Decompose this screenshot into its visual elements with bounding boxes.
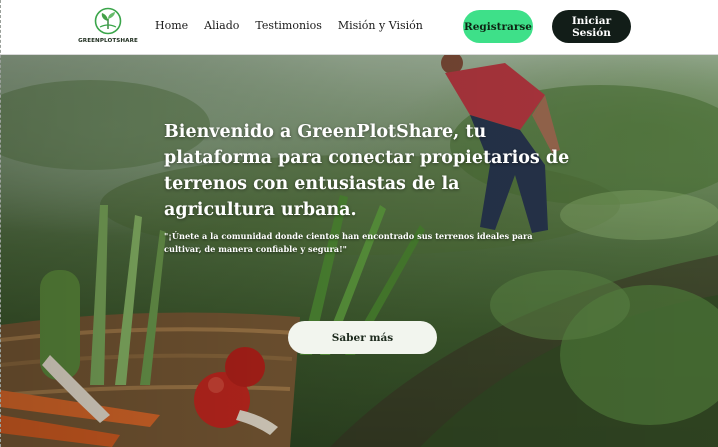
leaf-globe-icon (94, 7, 122, 35)
nav-item-home[interactable]: Home (155, 19, 188, 32)
page-left-guide (0, 0, 1, 447)
hero-section: Bienvenido a GreenPlotShare, tu platafor… (0, 55, 718, 447)
hero-title: Bienvenido a GreenPlotShare, tu platafor… (164, 122, 570, 220)
nav-item-aliado[interactable]: Aliado (204, 19, 239, 32)
nav-item-mision-vision[interactable]: Misión y Visión (338, 19, 423, 32)
brand-logo[interactable]: GREENPLOTSHARE (78, 7, 138, 49)
learn-more-button[interactable]: Saber más (288, 321, 437, 354)
nav-item-testimonios[interactable]: Testimonios (255, 19, 322, 32)
main-nav: Home Aliado Testimonios Misión y Visión (155, 19, 439, 32)
login-button[interactable]: Iniciar Sesión (552, 10, 631, 43)
brand-name: GREENPLOTSHARE (78, 38, 138, 44)
hero-quote: "¡Únete a la comunidad donde cientos han… (164, 231, 533, 254)
register-button[interactable]: Registrarse (463, 10, 533, 43)
top-navbar: GREENPLOTSHARE Home Aliado Testimonios M… (0, 0, 718, 55)
